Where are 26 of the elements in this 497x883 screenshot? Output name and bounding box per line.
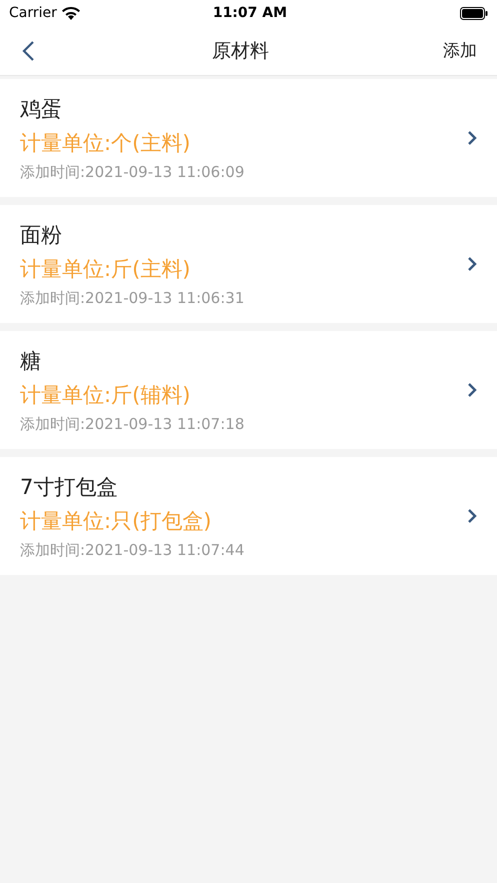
unit-label: 计量单位:只(打包盒) <box>20 508 212 534</box>
added-time: 添加时间:2021-09-13 11:07:18 <box>20 414 246 434</box>
material-name: 鸡蛋 <box>20 96 63 122</box>
material-card[interactable]: 鸡蛋 计量单位:个(主料) 添加时间:2021-09-13 11:06:09 <box>0 79 497 197</box>
material-card[interactable]: 糖 计量单位:斤(辅料) 添加时间:2021-09-13 11:07:18 <box>0 331 497 449</box>
material-card[interactable]: 7寸打包盒 计量单位:只(打包盒) 添加时间:2021-09-13 11:07:44 <box>0 457 497 575</box>
unit-label: 计量单位:斤(主料) <box>20 256 192 282</box>
wifi-icon <box>62 6 80 20</box>
chevron-icon <box>467 382 477 398</box>
page-title: 原材料 <box>212 38 269 64</box>
unit-label: 计量单位:斤(辅料) <box>20 382 192 408</box>
carrier-label: Carrier <box>9 5 57 21</box>
add-button[interactable]: 添加 <box>443 39 477 62</box>
unit-label: 计量单位:个(主料) <box>20 130 192 156</box>
material-name: 面粉 <box>20 222 63 248</box>
material-name: 糖 <box>20 348 42 374</box>
material-name: 7寸打包盒 <box>20 474 118 500</box>
chevron-icon <box>467 508 477 524</box>
added-time: 添加时间:2021-09-13 11:06:09 <box>20 162 246 182</box>
battery-icon <box>460 6 488 20</box>
added-time: 添加时间:2021-09-13 11:07:44 <box>20 540 246 560</box>
status-time: 11:07 AM <box>212 5 288 21</box>
chevron-icon <box>467 256 477 272</box>
material-card[interactable]: 面粉 计量单位:斤(主料) 添加时间:2021-09-13 11:06:31 <box>0 205 497 323</box>
added-time: 添加时间:2021-09-13 11:06:31 <box>20 288 246 308</box>
chevron-icon <box>467 130 477 146</box>
